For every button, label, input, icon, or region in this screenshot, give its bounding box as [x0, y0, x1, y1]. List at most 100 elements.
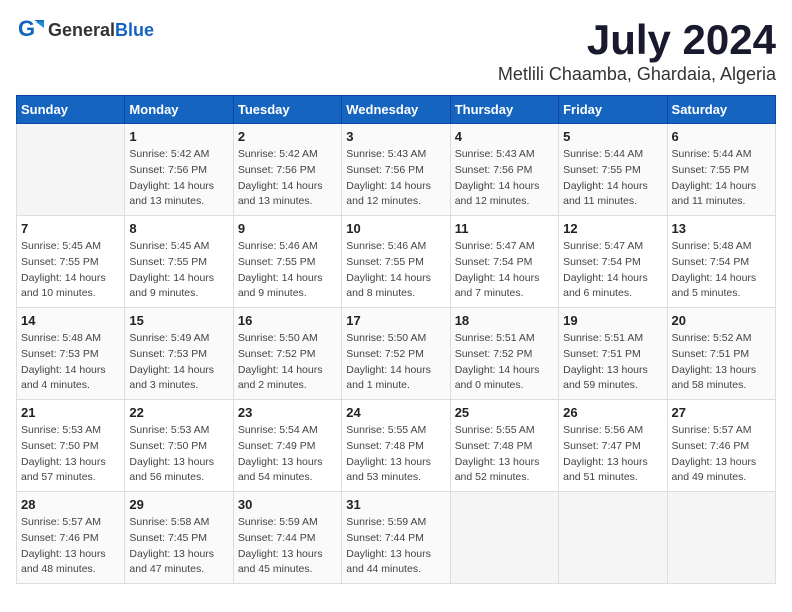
day-number: 18	[455, 313, 554, 328]
day-info: Sunrise: 5:55 AMSunset: 7:48 PMDaylight:…	[455, 423, 554, 486]
weekday-header-wednesday: Wednesday	[342, 96, 450, 124]
day-number: 16	[238, 313, 337, 328]
day-number: 2	[238, 129, 337, 144]
day-info: Sunrise: 5:46 AMSunset: 7:55 PMDaylight:…	[346, 239, 445, 302]
weekday-header-sunday: Sunday	[17, 96, 125, 124]
svg-text:G: G	[18, 16, 35, 41]
calendar-cell: 11 Sunrise: 5:47 AMSunset: 7:54 PMDayligh…	[450, 216, 558, 308]
logo: G GeneralBlue	[16, 16, 154, 44]
weekday-header-tuesday: Tuesday	[233, 96, 341, 124]
day-number: 27	[672, 405, 771, 420]
calendar-cell: 19 Sunrise: 5:51 AMSunset: 7:51 PMDayligh…	[559, 308, 667, 400]
weekday-header-thursday: Thursday	[450, 96, 558, 124]
month-title: July 2024	[498, 16, 776, 64]
calendar-cell: 24Sunrise: 5:55 AMSunset: 7:48 PMDayligh…	[342, 400, 450, 492]
calendar-week-row: 7 Sunrise: 5:45 AMSunset: 7:55 PMDaylight…	[17, 216, 776, 308]
day-number: 15	[129, 313, 228, 328]
calendar-cell: 1 Sunrise: 5:42 AMSunset: 7:56 PMDaylight…	[125, 124, 233, 216]
weekday-header-monday: Monday	[125, 96, 233, 124]
day-number: 19	[563, 313, 662, 328]
calendar-cell: 23 Sunrise: 5:54 AMSunset: 7:49 PMDayligh…	[233, 400, 341, 492]
day-number: 30	[238, 497, 337, 512]
calendar-cell: 31 Sunrise: 5:59 AMSunset: 7:44 PMDayligh…	[342, 492, 450, 584]
day-info: Sunrise: 5:47 AMSunset: 7:54 PMDaylight:…	[563, 239, 662, 302]
day-info: Sunrise: 5:42 AMSunset: 7:56 PMDaylight:…	[238, 147, 337, 210]
calendar-week-row: 28Sunrise: 5:57 AMSunset: 7:46 PMDayligh…	[17, 492, 776, 584]
calendar-cell: 5Sunrise: 5:44 AMSunset: 7:55 PMDaylight…	[559, 124, 667, 216]
day-number: 29	[129, 497, 228, 512]
calendar-cell: 10 Sunrise: 5:46 AMSunset: 7:55 PMDayligh…	[342, 216, 450, 308]
day-number: 23	[238, 405, 337, 420]
day-info: Sunrise: 5:51 AMSunset: 7:51 PMDaylight:…	[563, 331, 662, 394]
day-info: Sunrise: 5:45 AMSunset: 7:55 PMDaylight:…	[21, 239, 120, 302]
calendar-cell: 20Sunrise: 5:52 AMSunset: 7:51 PMDayligh…	[667, 308, 775, 400]
day-number: 14	[21, 313, 120, 328]
calendar-week-row: 1 Sunrise: 5:42 AMSunset: 7:56 PMDaylight…	[17, 124, 776, 216]
calendar-cell: 29 Sunrise: 5:58 AMSunset: 7:45 PMDayligh…	[125, 492, 233, 584]
calendar-cell: 26 Sunrise: 5:56 AMSunset: 7:47 PMDayligh…	[559, 400, 667, 492]
day-info: Sunrise: 5:50 AMSunset: 7:52 PMDaylight:…	[238, 331, 337, 394]
weekday-header-friday: Friday	[559, 96, 667, 124]
day-info: Sunrise: 5:56 AMSunset: 7:47 PMDaylight:…	[563, 423, 662, 486]
location-title: Metlili Chaamba, Ghardaia, Algeria	[498, 64, 776, 85]
calendar-cell	[17, 124, 125, 216]
day-number: 13	[672, 221, 771, 236]
day-info: Sunrise: 5:48 AMSunset: 7:53 PMDaylight:…	[21, 331, 120, 394]
calendar-cell: 27 Sunrise: 5:57 AMSunset: 7:46 PMDayligh…	[667, 400, 775, 492]
calendar-cell	[559, 492, 667, 584]
day-info: Sunrise: 5:46 AMSunset: 7:55 PMDaylight:…	[238, 239, 337, 302]
day-number: 31	[346, 497, 445, 512]
calendar-cell: 16 Sunrise: 5:50 AMSunset: 7:52 PMDayligh…	[233, 308, 341, 400]
day-number: 10	[346, 221, 445, 236]
day-info: Sunrise: 5:59 AMSunset: 7:44 PMDaylight:…	[238, 515, 337, 578]
calendar-cell: 4 Sunrise: 5:43 AMSunset: 7:56 PMDaylight…	[450, 124, 558, 216]
day-info: Sunrise: 5:57 AMSunset: 7:46 PMDaylight:…	[21, 515, 120, 578]
day-info: Sunrise: 5:57 AMSunset: 7:46 PMDaylight:…	[672, 423, 771, 486]
day-info: Sunrise: 5:51 AMSunset: 7:52 PMDaylight:…	[455, 331, 554, 394]
day-number: 6	[672, 129, 771, 144]
day-info: Sunrise: 5:44 AMSunset: 7:55 PMDaylight:…	[672, 147, 771, 210]
weekday-header-row: SundayMondayTuesdayWednesdayThursdayFrid…	[17, 96, 776, 124]
day-number: 7	[21, 221, 120, 236]
calendar-cell: 18 Sunrise: 5:51 AMSunset: 7:52 PMDayligh…	[450, 308, 558, 400]
day-number: 17	[346, 313, 445, 328]
day-number: 4	[455, 129, 554, 144]
calendar-cell: 15Sunrise: 5:49 AMSunset: 7:53 PMDayligh…	[125, 308, 233, 400]
title-area: July 2024 Metlili Chaamba, Ghardaia, Alg…	[498, 16, 776, 85]
day-info: Sunrise: 5:48 AMSunset: 7:54 PMDaylight:…	[672, 239, 771, 302]
day-number: 1	[129, 129, 228, 144]
calendar-cell: 9 Sunrise: 5:46 AMSunset: 7:55 PMDaylight…	[233, 216, 341, 308]
calendar-cell: 28Sunrise: 5:57 AMSunset: 7:46 PMDayligh…	[17, 492, 125, 584]
day-number: 9	[238, 221, 337, 236]
day-info: Sunrise: 5:54 AMSunset: 7:49 PMDaylight:…	[238, 423, 337, 486]
calendar-cell: 30 Sunrise: 5:59 AMSunset: 7:44 PMDayligh…	[233, 492, 341, 584]
day-info: Sunrise: 5:58 AMSunset: 7:45 PMDaylight:…	[129, 515, 228, 578]
calendar-cell: 8Sunrise: 5:45 AMSunset: 7:55 PMDaylight…	[125, 216, 233, 308]
day-number: 21	[21, 405, 120, 420]
day-number: 22	[129, 405, 228, 420]
day-number: 20	[672, 313, 771, 328]
calendar-week-row: 21 Sunrise: 5:53 AMSunset: 7:50 PMDayligh…	[17, 400, 776, 492]
day-info: Sunrise: 5:53 AMSunset: 7:50 PMDaylight:…	[129, 423, 228, 486]
day-info: Sunrise: 5:43 AMSunset: 7:56 PMDaylight:…	[346, 147, 445, 210]
calendar-cell: 13 Sunrise: 5:48 AMSunset: 7:54 PMDayligh…	[667, 216, 775, 308]
logo-text: GeneralBlue	[48, 20, 154, 41]
day-info: Sunrise: 5:44 AMSunset: 7:55 PMDaylight:…	[563, 147, 662, 210]
day-info: Sunrise: 5:59 AMSunset: 7:44 PMDaylight:…	[346, 515, 445, 578]
calendar-cell	[667, 492, 775, 584]
day-info: Sunrise: 5:43 AMSunset: 7:56 PMDaylight:…	[455, 147, 554, 210]
calendar-cell: 2 Sunrise: 5:42 AMSunset: 7:56 PMDaylight…	[233, 124, 341, 216]
calendar-cell: 17 Sunrise: 5:50 AMSunset: 7:52 PMDayligh…	[342, 308, 450, 400]
day-number: 25	[455, 405, 554, 420]
day-number: 11	[455, 221, 554, 236]
day-number: 3	[346, 129, 445, 144]
calendar-cell: 12Sunrise: 5:47 AMSunset: 7:54 PMDayligh…	[559, 216, 667, 308]
calendar-cell: 3 Sunrise: 5:43 AMSunset: 7:56 PMDaylight…	[342, 124, 450, 216]
calendar-cell: 25 Sunrise: 5:55 AMSunset: 7:48 PMDayligh…	[450, 400, 558, 492]
day-number: 24	[346, 405, 445, 420]
day-number: 26	[563, 405, 662, 420]
day-info: Sunrise: 5:42 AMSunset: 7:56 PMDaylight:…	[129, 147, 228, 210]
day-info: Sunrise: 5:45 AMSunset: 7:55 PMDaylight:…	[129, 239, 228, 302]
day-info: Sunrise: 5:50 AMSunset: 7:52 PMDaylight:…	[346, 331, 445, 394]
day-info: Sunrise: 5:47 AMSunset: 7:54 PMDaylight:…	[455, 239, 554, 302]
